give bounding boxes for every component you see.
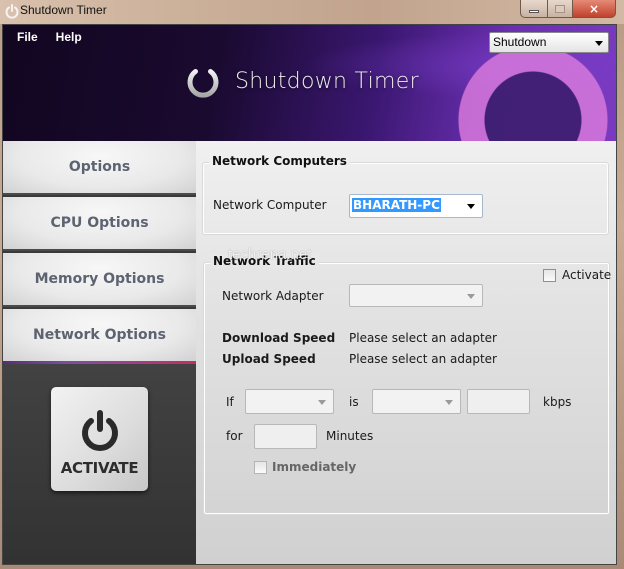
is-label: is (349, 395, 359, 409)
window-title: Shutdown Timer (20, 3, 107, 17)
chevron-down-icon (595, 41, 603, 46)
network-traffic-group: Network Traffic Activate Network Adapter… (203, 254, 612, 515)
app-logo: Shutdown Timer (183, 61, 419, 101)
title-bar: Shutdown Timer × (0, 0, 624, 24)
minutes-input[interactable] (254, 424, 317, 449)
if-label: If (226, 395, 234, 409)
sidebar-item-memory-options[interactable]: Memory Options (3, 253, 196, 307)
comparison-select[interactable] (372, 389, 461, 414)
power-icon (5, 4, 19, 19)
upload-speed-value: Please select an adapter (349, 352, 497, 366)
download-speed-value: Please select an adapter (349, 331, 497, 345)
menu-file[interactable]: File (17, 30, 38, 44)
network-adapter-label: Network Adapter (222, 289, 324, 303)
chevron-down-icon (467, 294, 475, 299)
activate-checkbox[interactable] (543, 269, 556, 282)
shutdown-mode-select[interactable]: Shutdown (489, 32, 609, 53)
activate-button[interactable]: ACTIVATE (51, 387, 148, 491)
watermark: techrena.net (228, 246, 312, 263)
power-icon (187, 63, 219, 98)
network-options-panel: Network Computers Network Computer BHARA… (196, 141, 616, 564)
upload-speed-label: Upload Speed (222, 352, 316, 366)
download-speed-label: Download Speed (222, 331, 336, 345)
network-computers-title: Network Computers (209, 154, 350, 168)
network-computers-group: Network Computers Network Computer BHARA… (202, 154, 609, 235)
network-computer-label: Network Computer (213, 198, 327, 212)
maximize-icon (555, 4, 565, 13)
network-computer-select[interactable]: BHARATH-PC (349, 194, 483, 218)
sidebar-item-cpu-options[interactable]: CPU Options (3, 197, 196, 251)
for-label: for (226, 429, 243, 443)
power-icon (81, 410, 118, 451)
activate-label: ACTIVATE (60, 459, 139, 477)
activate-checkbox-label: Activate (562, 268, 612, 282)
close-icon: × (588, 1, 600, 16)
chevron-down-icon (318, 400, 326, 405)
maximize-button[interactable] (548, 0, 573, 18)
kbps-label: kbps (543, 395, 572, 409)
activate-pane: ACTIVATE (3, 364, 196, 564)
minimize-icon (529, 10, 539, 13)
immediately-label: Immediately (272, 460, 357, 474)
network-computer-value: BHARATH-PC (352, 198, 441, 212)
direction-select[interactable] (245, 389, 334, 414)
menu-bar: File Help (17, 30, 82, 44)
minutes-label: Minutes (326, 429, 374, 443)
menu-help[interactable]: Help (56, 30, 82, 44)
sidebar-item-options[interactable]: Options (3, 141, 196, 195)
sidebar: Options CPU Options Memory Options Netwo… (3, 141, 196, 564)
window-client: File Help Shutdown Shutdown Timer Option… (2, 24, 617, 565)
header-banner: File Help Shutdown Shutdown Timer (3, 25, 616, 141)
chevron-down-icon (445, 400, 453, 405)
close-button[interactable]: × (573, 0, 616, 18)
window-controls: × (520, 0, 616, 18)
network-adapter-select[interactable] (349, 284, 483, 307)
minimize-button[interactable] (520, 0, 548, 18)
speed-input[interactable] (467, 389, 530, 414)
logo-text: Shutdown Timer (235, 68, 419, 94)
shutdown-mode-value: Shutdown (493, 35, 547, 49)
immediately-checkbox[interactable] (254, 461, 267, 474)
chevron-down-icon (467, 204, 475, 209)
sidebar-item-network-options[interactable]: Network Options (3, 309, 196, 364)
